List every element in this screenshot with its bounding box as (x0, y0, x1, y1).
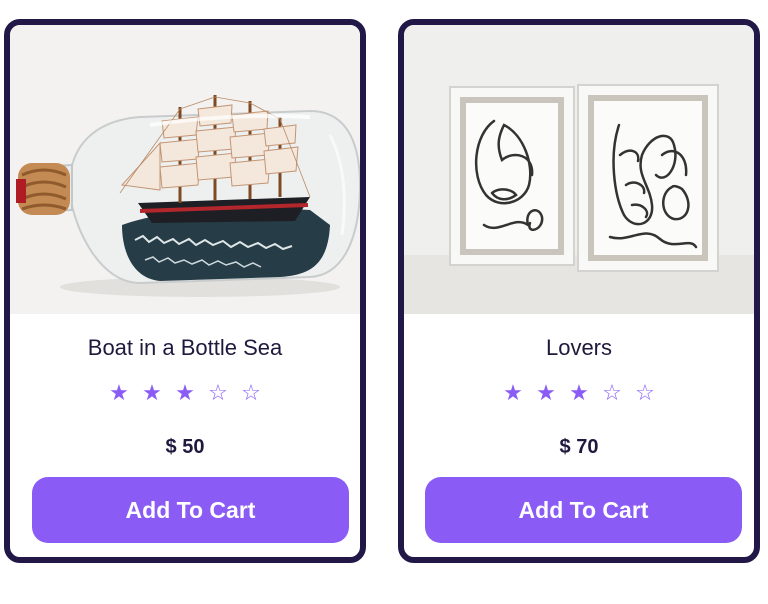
star-filled-icon: ★ (175, 381, 195, 406)
product-title: Lovers (545, 335, 613, 360)
star-filled-icon: ★ (109, 381, 129, 406)
star-outline-icon: ☆ (208, 381, 228, 406)
star-outline-icon: ☆ (602, 381, 622, 406)
product-title: Boat in a Bottle Sea (87, 335, 283, 360)
framed-faces-image (404, 25, 754, 314)
star-filled-icon: ★ (569, 381, 589, 406)
star-filled-icon: ★ (503, 381, 523, 406)
star-rating: ★ ★ ★ ☆ ☆ (10, 380, 360, 406)
star-filled-icon: ★ (142, 381, 162, 406)
add-to-cart-button[interactable]: Add To Cart (425, 477, 742, 543)
product-price: $ 50 (165, 436, 205, 458)
add-to-cart-button[interactable]: Add To Cart (32, 477, 349, 543)
boat-in-bottle-image (10, 25, 360, 314)
star-rating: ★ ★ ★ ☆ ☆ (404, 380, 754, 406)
product-image (404, 25, 754, 314)
star-filled-icon: ★ (536, 381, 556, 406)
product-card: Lovers ★ ★ ★ ☆ ☆ $ 70 Add To Cart (398, 19, 760, 563)
product-image (10, 25, 360, 314)
star-outline-icon: ☆ (241, 381, 261, 406)
product-card: Boat in a Bottle Sea ★ ★ ★ ☆ ☆ $ 50 Add To C… (4, 19, 366, 563)
product-price: $ 70 (559, 436, 599, 458)
star-outline-icon: ☆ (635, 381, 655, 406)
